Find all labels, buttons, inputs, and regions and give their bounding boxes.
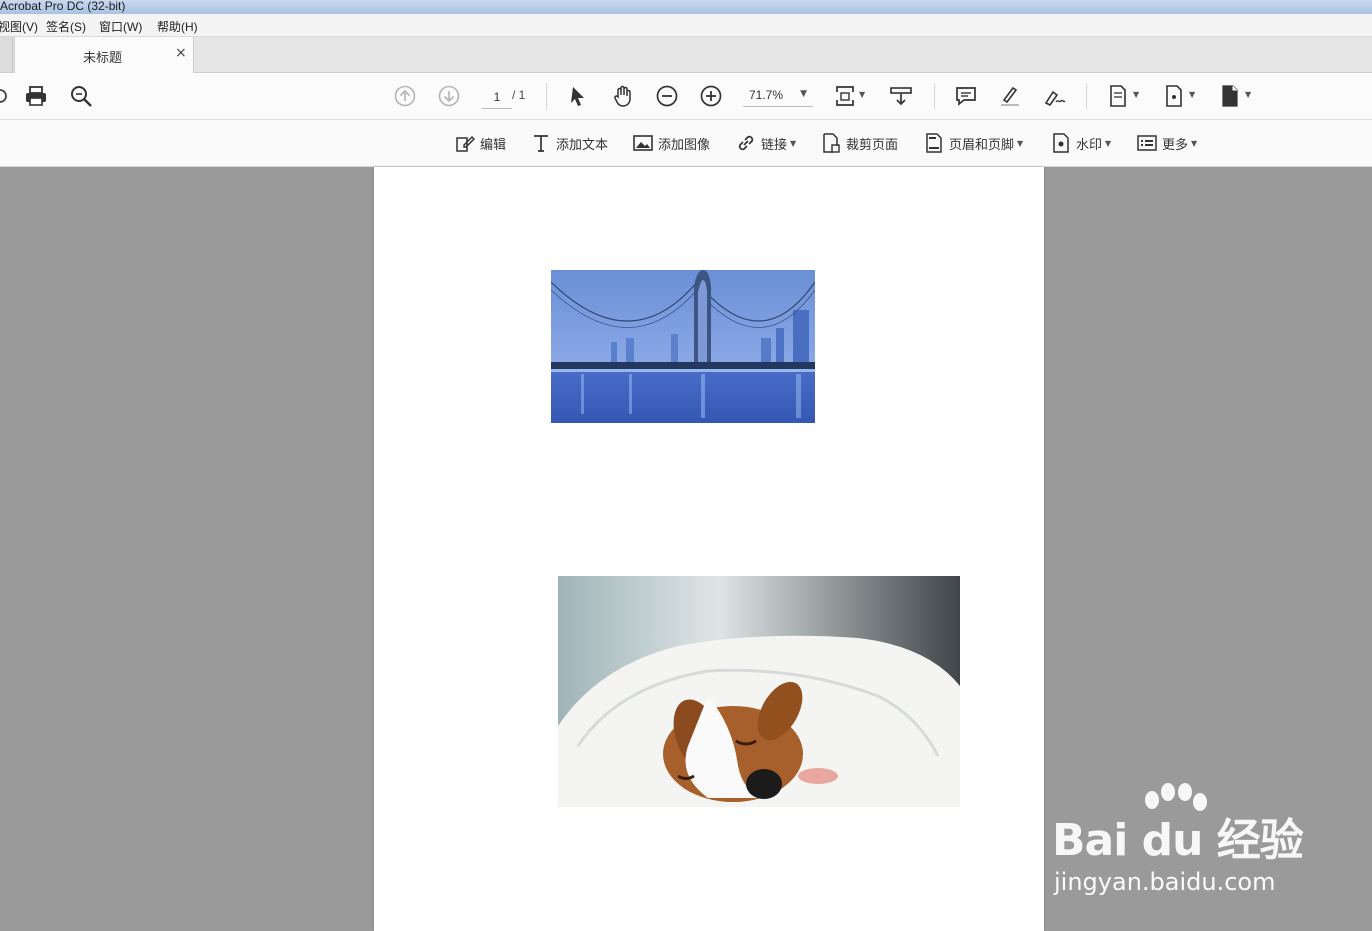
menu-view[interactable]: 视图(V) xyxy=(0,18,38,35)
city-bridge-image[interactable] xyxy=(551,270,815,423)
next-page-icon[interactable] xyxy=(437,84,461,108)
organize-dropdown-icon[interactable]: ▼ xyxy=(1245,90,1251,99)
add-text-button[interactable]: 添加文本 xyxy=(530,132,608,154)
watermark-icon xyxy=(1053,133,1069,153)
menu-bar: 视图(V) 签名(S) 窗口(W) 帮助(H) xyxy=(0,14,1372,37)
chevron-down-icon: ▼ xyxy=(800,89,807,99)
fit-page-icon[interactable] xyxy=(833,84,857,108)
comment-icon[interactable] xyxy=(954,84,978,108)
link-dropdown-icon: ▼ xyxy=(790,138,797,148)
print-icon[interactable] xyxy=(24,84,48,108)
crop-icon xyxy=(823,133,840,153)
document-tab-title: 未标题 xyxy=(83,50,123,65)
main-toolbar: / 1 71.7% ▼ ▼ ▼ ▼ ▼ xyxy=(0,73,1372,120)
zoom-in-icon[interactable] xyxy=(699,84,723,108)
page-total: / 1 xyxy=(512,88,526,102)
window-title: Acrobat Pro DC (32-bit) xyxy=(0,0,126,13)
add-image-button[interactable]: 添加图像 xyxy=(632,132,710,154)
edit-icon xyxy=(456,135,476,152)
export-icon[interactable] xyxy=(1106,84,1130,108)
edit-button[interactable]: 编辑 xyxy=(454,132,506,154)
highlight-icon[interactable] xyxy=(998,84,1022,108)
watermark-brand: Bai du 经验 xyxy=(1052,815,1304,866)
create-icon[interactable] xyxy=(1162,84,1186,108)
baidu-jingyan-watermark: Bai du 经验 jingyan.baidu.com xyxy=(1052,782,1352,902)
edit-pdf-toolbar: 编辑 添加文本 添加图像 链接 ▼ 裁剪页面 页眉和页脚 ▼ 水印 ▼ 更多 ▼ xyxy=(0,120,1372,167)
close-tab-icon[interactable]: × xyxy=(175,45,187,61)
menu-help[interactable]: 帮助(H) xyxy=(157,18,198,35)
zoom-out-icon[interactable] xyxy=(655,84,679,108)
page-number-input[interactable] xyxy=(482,86,512,109)
menu-window[interactable]: 窗口(W) xyxy=(99,18,142,35)
export-dropdown-icon[interactable]: ▼ xyxy=(1133,90,1139,99)
toolbar-divider xyxy=(546,83,547,110)
toolbar-divider xyxy=(934,83,935,110)
more-dropdown-icon: ▼ xyxy=(1191,138,1198,148)
more-button[interactable]: 更多 ▼ xyxy=(1136,132,1197,154)
share-icon[interactable] xyxy=(0,84,12,108)
image-icon xyxy=(633,135,653,151)
crop-pages-button[interactable]: 裁剪页面 xyxy=(820,132,898,154)
search-icon[interactable] xyxy=(69,84,93,108)
add-text-label: 添加文本 xyxy=(556,136,609,152)
watermark-dropdown-icon: ▼ xyxy=(1105,138,1112,148)
add-image-label: 添加图像 xyxy=(658,136,711,152)
sleeping-puppy-image[interactable] xyxy=(558,576,960,807)
more-icon xyxy=(1137,135,1157,151)
sign-icon[interactable] xyxy=(1042,84,1066,108)
header-footer-dropdown-icon: ▼ xyxy=(1017,138,1024,148)
prev-page-icon[interactable] xyxy=(393,84,417,108)
link-button[interactable]: 链接 ▼ xyxy=(735,132,796,154)
header-footer-button[interactable]: 页眉和页脚 ▼ xyxy=(923,132,1023,154)
window-title-bar: Acrobat Pro DC (32-bit) xyxy=(0,0,1372,14)
home-tab-stub[interactable] xyxy=(0,37,13,72)
zoom-level-select[interactable]: 71.7% ▼ xyxy=(743,86,813,107)
zoom-level-value: 71.7% xyxy=(749,88,784,102)
toolbar-divider xyxy=(1086,83,1087,110)
document-tab[interactable]: 未标题 × xyxy=(14,37,194,73)
header-footer-icon xyxy=(926,133,942,153)
edit-label: 编辑 xyxy=(480,136,507,152)
document-tab-bar: 未标题 × xyxy=(0,37,1372,73)
more-label: 更多 xyxy=(1162,136,1189,152)
menu-sign[interactable]: 签名(S) xyxy=(46,18,86,35)
fit-page-dropdown-icon[interactable]: ▼ xyxy=(859,90,865,99)
select-cursor-icon[interactable] xyxy=(566,84,590,108)
hand-icon[interactable] xyxy=(611,84,635,108)
watermark-url: jingyan.baidu.com xyxy=(1054,868,1276,896)
scroll-mode-icon[interactable] xyxy=(889,84,913,108)
link-label: 链接 xyxy=(761,136,788,152)
text-icon xyxy=(534,135,548,152)
organize-icon[interactable] xyxy=(1218,84,1242,108)
crop-pages-label: 裁剪页面 xyxy=(846,136,899,152)
watermark-label: 水印 xyxy=(1076,136,1103,152)
paw-logo-icon xyxy=(1145,783,1207,811)
header-footer-label: 页眉和页脚 xyxy=(949,136,1015,152)
watermark-button[interactable]: 水印 ▼ xyxy=(1050,132,1111,154)
link-icon xyxy=(738,135,754,151)
create-dropdown-icon[interactable]: ▼ xyxy=(1189,90,1195,99)
